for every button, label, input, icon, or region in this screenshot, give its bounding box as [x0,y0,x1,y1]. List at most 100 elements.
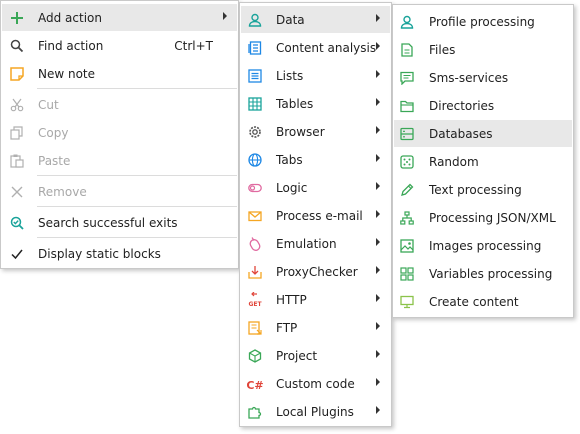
display-static-label: Display static blocks [38,246,161,261]
note-icon [9,66,25,82]
copy-label: Copy [38,125,69,140]
submenu-item-label: Lists [276,68,304,83]
download-icon [247,264,263,280]
submenu-item-label: Process e-mail [276,208,363,223]
submenu-item-label: Local Plugins [276,404,354,419]
submenu-item-emulation[interactable]: Emulation [241,230,390,257]
remove-label: Remove [38,184,87,199]
copy-icon [9,125,25,141]
submenu-item-label: Variables processing [429,266,553,281]
submenu-item-data[interactable]: Data [241,6,390,33]
document-list-icon [247,40,263,56]
submenu-item-http[interactable]: GET HTTP [241,286,390,313]
submenu-item-random[interactable]: Random [394,148,572,175]
separator [37,237,237,238]
submenu-item-label: Processing JSON/XML [429,210,556,225]
submenu-item-lists[interactable]: Lists [241,62,390,89]
submenu-add-action: Data Content analysis Lists Tables Brows… [239,2,392,427]
submenu-item-tables[interactable]: Tables [241,90,390,117]
add-action-item[interactable]: Add action [2,4,237,31]
submenu-item-sms-services[interactable]: Sms-services [394,64,572,91]
submenu-item-label: HTTP [276,292,307,307]
new-note-item[interactable]: New note [2,60,237,87]
csharp-icon: C# [247,376,263,392]
submenu-arrow-icon [376,126,380,134]
context-menu-main: Add action Find action Ctrl+T New note C… [0,0,239,269]
submenu-item-tabs[interactable]: Tabs [241,146,390,173]
submenu-item-project[interactable]: Project [241,342,390,369]
separator [37,88,237,89]
submenu-item-images-processing[interactable]: Images processing [394,232,572,259]
envelope-icon [247,208,263,224]
paste-item[interactable]: Paste [2,147,237,174]
dice-icon [399,154,415,170]
submenu-item-label: Directories [429,98,495,113]
add-action-label: Add action [38,10,102,25]
puzzle-icon [247,404,263,420]
gear-icon [247,124,263,140]
submenu-item-browser[interactable]: Browser [241,118,390,145]
submenu-arrow-icon [376,322,380,330]
submenu-item-profile-processing[interactable]: Profile processing [394,8,572,35]
submenu-data: Profile processing Files Sms-services Di… [392,4,574,318]
submenu-item-content-analysis[interactable]: Content analysis [241,34,390,61]
submenu-arrow-icon [376,210,380,218]
submenu-item-label: Sms-services [429,70,509,85]
hierarchy-icon [399,210,415,226]
submenu-arrow-icon [376,350,380,358]
monitor-icon [399,294,415,310]
submenu-item-label: Create content [429,294,519,309]
find-action-shortcut: Ctrl+T [174,38,213,53]
submenu-item-label: Text processing [429,182,522,197]
paste-icon [9,153,25,169]
submenu-item-local-plugins[interactable]: Local Plugins [241,398,390,425]
submenu-item-processing-json[interactable]: Processing JSON/XML [394,204,572,231]
file-icon [399,42,415,58]
user-icon [247,12,263,28]
search-icon [9,38,25,54]
find-action-item[interactable]: Find action Ctrl+T [2,32,237,59]
submenu-item-label: Files [429,42,456,57]
submenu-arrow-icon [376,294,380,302]
submenu-item-label: Profile processing [429,14,535,29]
submenu-item-variables-processing[interactable]: Variables processing [394,260,572,287]
separator [37,206,237,207]
submenu-item-process-email[interactable]: Process e-mail [241,202,390,229]
search-exits-item[interactable]: Search successful exits [2,209,237,236]
globe-icon [247,152,263,168]
chat-icon [399,70,415,86]
submenu-item-ftp[interactable]: FTP [241,314,390,341]
submenu-arrow-icon [376,378,380,386]
submenu-item-files[interactable]: Files [394,36,572,63]
submenu-item-label: Custom code [276,376,355,391]
submenu-arrow-icon [223,12,227,20]
submenu-item-label: Emulation [276,236,337,251]
separator [37,175,237,176]
remove-item[interactable]: Remove [2,178,237,205]
display-static-item[interactable]: Display static blocks [2,240,237,267]
scissors-icon [9,97,25,113]
search-check-icon [9,215,25,231]
database-icon [399,126,415,142]
copy-item[interactable]: Copy [2,119,237,146]
submenu-arrow-icon [376,182,380,190]
submenu-arrow-icon [376,406,380,414]
submenu-item-proxychecker[interactable]: ProxyChecker [241,258,390,285]
submenu-item-create-content[interactable]: Create content [394,288,572,315]
submenu-arrow-icon [376,42,380,50]
ftp-document-icon [247,320,263,336]
pencil-icon [399,182,415,198]
submenu-item-text-processing[interactable]: Text processing [394,176,572,203]
submenu-item-logic[interactable]: Logic [241,174,390,201]
submenu-arrow-icon [376,154,380,162]
submenu-item-databases[interactable]: Databases [394,120,572,147]
submenu-item-directories[interactable]: Directories [394,92,572,119]
svg-text:C#: C# [247,379,263,392]
submenu-item-label: Databases [429,126,493,141]
plus-icon [9,10,25,26]
submenu-item-label: Tables [276,96,314,111]
new-note-label: New note [38,66,96,81]
submenu-item-custom-code[interactable]: C# Custom code [241,370,390,397]
cut-item[interactable]: Cut [2,91,237,118]
submenu-arrow-icon [376,98,380,106]
